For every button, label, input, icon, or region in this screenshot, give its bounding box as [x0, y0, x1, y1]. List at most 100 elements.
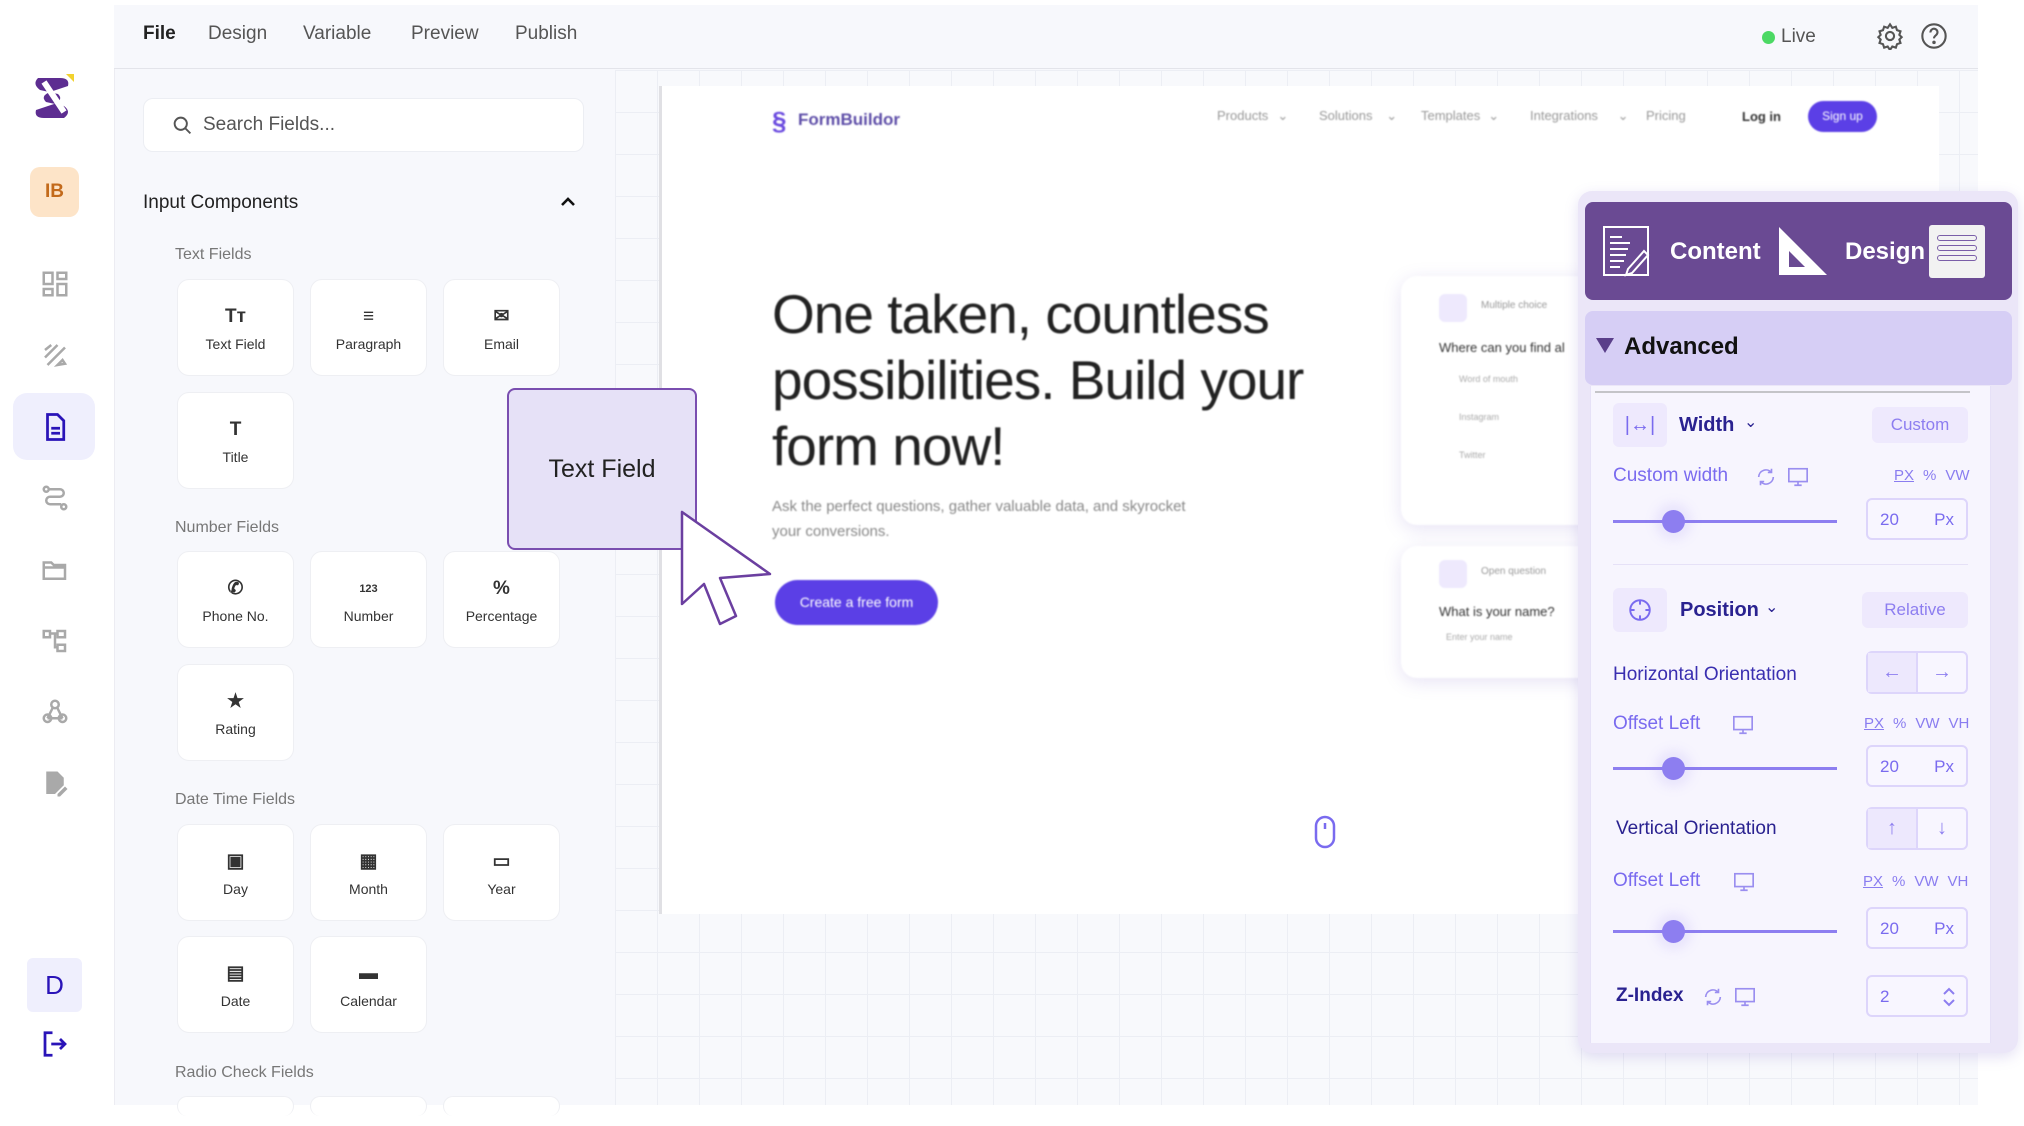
menu-variable[interactable]: Variable: [303, 23, 371, 45]
field-tile-calendar[interactable]: ▬ Calendar: [310, 936, 427, 1033]
tab-content[interactable]: Content: [1670, 238, 1761, 266]
offset-left-input[interactable]: 20 Px: [1866, 745, 1968, 787]
section-number-fields: Number Fields: [175, 519, 280, 536]
unit-option-percent[interactable]: %: [1893, 715, 1906, 732]
folder-icon[interactable]: [33, 548, 77, 592]
draw-icon[interactable]: [33, 333, 77, 377]
field-tile-rating[interactable]: ★ Rating: [177, 664, 294, 761]
site-nav-solutions[interactable]: Solutions: [1319, 108, 1372, 123]
gear-icon[interactable]: [1876, 22, 1904, 50]
top-menu-bar: [114, 5, 1978, 69]
align-right-button[interactable]: →: [1918, 653, 1966, 692]
card-type: Multiple choice: [1481, 300, 1548, 311]
position-mode[interactable]: Relative: [1862, 592, 1968, 628]
user-avatar[interactable]: IB: [30, 167, 79, 217]
width-value-input[interactable]: 20 Px: [1866, 498, 1968, 540]
unit-option-px[interactable]: PX: [1864, 715, 1884, 732]
desktop-icon[interactable]: [1734, 986, 1756, 1008]
horizontal-orientation-label: Horizontal Orientation: [1613, 664, 1797, 685]
field-icon: ★: [226, 691, 245, 712]
workspace-button[interactable]: D: [27, 958, 82, 1012]
desktop-icon[interactable]: [1787, 466, 1809, 488]
dragged-text-field[interactable]: Text Field: [507, 388, 697, 550]
menu-lines-icon[interactable]: [1929, 225, 1985, 278]
site-nav-products[interactable]: Products: [1217, 108, 1268, 123]
field-tile-paragraph[interactable]: ≡ Paragraph: [310, 279, 427, 376]
menu-publish[interactable]: Publish: [515, 23, 577, 45]
unit-option-vw[interactable]: VW: [1914, 873, 1938, 890]
width-mode[interactable]: Custom: [1872, 407, 1968, 443]
vertical-orientation-toggle[interactable]: ↑ ↓: [1866, 807, 1968, 850]
grid-icon[interactable]: [33, 262, 77, 306]
help-icon[interactable]: [1920, 22, 1948, 50]
stepper-icon[interactable]: [1942, 986, 1956, 1008]
offset-left-input[interactable]: 20 Px: [1866, 907, 1968, 949]
search-fields-input[interactable]: Search Fields...: [143, 98, 584, 152]
design-icon[interactable]: [1777, 225, 1829, 277]
unit-option-px[interactable]: PX: [1894, 467, 1914, 484]
unit-option-vw[interactable]: VW: [1945, 467, 1969, 484]
chevron-down-icon[interactable]: ⌄: [1744, 412, 1757, 432]
field-tile-date[interactable]: ▤ Date: [177, 936, 294, 1033]
align-top-button[interactable]: ↑: [1868, 809, 1918, 848]
desktop-icon[interactable]: [1733, 871, 1755, 893]
field-tile-title[interactable]: T Title: [177, 392, 294, 489]
route-icon[interactable]: [33, 476, 77, 520]
field-tile[interactable]: [310, 1096, 427, 1116]
reset-icon[interactable]: [1755, 466, 1777, 488]
width-label[interactable]: Width: [1679, 414, 1734, 437]
unit-option-percent[interactable]: %: [1923, 467, 1936, 484]
chevron-down-icon[interactable]: ⌄: [1765, 597, 1778, 617]
field-tile[interactable]: [177, 1096, 294, 1116]
align-left-button[interactable]: ←: [1868, 653, 1918, 692]
unit-option-percent[interactable]: %: [1892, 873, 1905, 890]
unit-option-px[interactable]: PX: [1863, 873, 1883, 890]
live-status: Live: [1781, 26, 1816, 47]
site-nav-templates[interactable]: Templates: [1421, 108, 1480, 123]
section-text-fields: Text Fields: [175, 246, 252, 263]
site-nav-pricing[interactable]: Pricing: [1646, 108, 1686, 123]
field-tile-number[interactable]: 123 Number: [310, 551, 427, 648]
menu-design[interactable]: Design: [208, 23, 267, 45]
desktop-icon[interactable]: [1732, 714, 1754, 736]
field-tile-day[interactable]: ▣ Day: [177, 824, 294, 921]
field-tile-phone-no-[interactable]: ✆ Phone No.: [177, 551, 294, 648]
app-logo-icon[interactable]: [30, 72, 76, 122]
tab-design[interactable]: Design: [1845, 238, 1925, 266]
field-tile-percentage[interactable]: % Percentage: [443, 551, 560, 648]
horizontal-orientation-toggle[interactable]: ← →: [1866, 651, 1968, 694]
login-link[interactable]: Log in: [1742, 109, 1781, 124]
offset-left-slider[interactable]: [1613, 920, 1837, 943]
width-slider[interactable]: [1613, 510, 1837, 533]
reset-icon[interactable]: [1702, 986, 1724, 1008]
sitemap-icon[interactable]: [33, 619, 77, 663]
site-nav-integrations[interactable]: Integrations: [1530, 108, 1598, 123]
menu-preview[interactable]: Preview: [411, 23, 479, 45]
position-label[interactable]: Position: [1680, 599, 1759, 622]
menu-file[interactable]: File: [143, 23, 176, 45]
offset-left-slider[interactable]: [1613, 757, 1837, 780]
width-icon: |↔|: [1613, 403, 1667, 447]
signup-button[interactable]: Sign up: [1808, 101, 1877, 132]
multiple-choice-card: Multiple choice Where can you find al Wo…: [1401, 276, 1601, 525]
card-option: Twitter: [1459, 450, 1486, 460]
field-tile[interactable]: [443, 1096, 560, 1116]
unit-option-vh[interactable]: VH: [1948, 873, 1969, 890]
align-bottom-button[interactable]: ↓: [1918, 809, 1966, 848]
create-form-button[interactable]: Create a free form: [775, 580, 938, 625]
z-index-input[interactable]: 2: [1866, 975, 1968, 1017]
unit: Px: [1934, 757, 1954, 776]
unit-option-vw[interactable]: VW: [1915, 715, 1939, 732]
document-icon[interactable]: [33, 405, 77, 449]
field-tile-email[interactable]: ✉ Email: [443, 279, 560, 376]
field-tile-month[interactable]: ▦ Month: [310, 824, 427, 921]
content-icon[interactable]: [1602, 225, 1652, 277]
webhook-icon[interactable]: [33, 690, 77, 734]
field-tile-text-field[interactable]: Tт Text Field: [177, 279, 294, 376]
unit-option-vh[interactable]: VH: [1949, 715, 1970, 732]
chevron-up-icon[interactable]: [558, 193, 578, 209]
file-edit-icon[interactable]: [33, 762, 77, 806]
unit: Px: [1934, 510, 1954, 529]
logout-icon[interactable]: [33, 1022, 77, 1066]
field-tile-year[interactable]: ▭ Year: [443, 824, 560, 921]
